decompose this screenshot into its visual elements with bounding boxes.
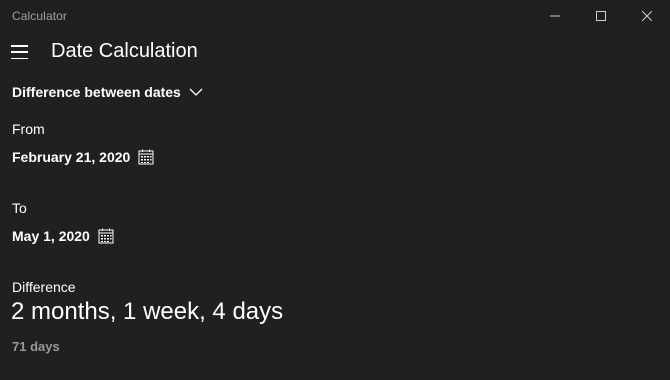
minimize-button[interactable] bbox=[532, 0, 578, 32]
to-label: To bbox=[12, 200, 27, 216]
hamburger-menu-icon[interactable] bbox=[11, 45, 29, 59]
calculator-window: Calculator Date Calculation Difference b… bbox=[0, 0, 670, 380]
close-button[interactable] bbox=[624, 0, 670, 32]
calendar-icon bbox=[138, 149, 154, 165]
to-date-picker[interactable]: May 1, 2020 bbox=[12, 228, 114, 244]
difference-days: 71 days bbox=[12, 339, 60, 354]
maximize-button[interactable] bbox=[578, 0, 624, 32]
calculation-mode-dropdown[interactable]: Difference between dates bbox=[12, 84, 203, 100]
from-date-picker[interactable]: February 21, 2020 bbox=[12, 149, 154, 165]
from-label: From bbox=[12, 121, 45, 137]
close-icon bbox=[642, 11, 652, 21]
page-title: Date Calculation bbox=[51, 40, 198, 62]
difference-label: Difference bbox=[12, 279, 76, 295]
minimize-icon bbox=[550, 15, 560, 17]
maximize-icon bbox=[596, 11, 606, 21]
chevron-down-icon bbox=[189, 88, 203, 96]
calendar-icon bbox=[98, 228, 114, 244]
title-bar[interactable]: Calculator bbox=[0, 0, 670, 32]
to-date-value: May 1, 2020 bbox=[12, 228, 90, 244]
difference-result: 2 months, 1 week, 4 days bbox=[11, 298, 284, 325]
app-title: Calculator bbox=[12, 9, 68, 23]
from-date-value: February 21, 2020 bbox=[12, 149, 131, 165]
calculation-mode-label: Difference between dates bbox=[12, 84, 181, 100]
